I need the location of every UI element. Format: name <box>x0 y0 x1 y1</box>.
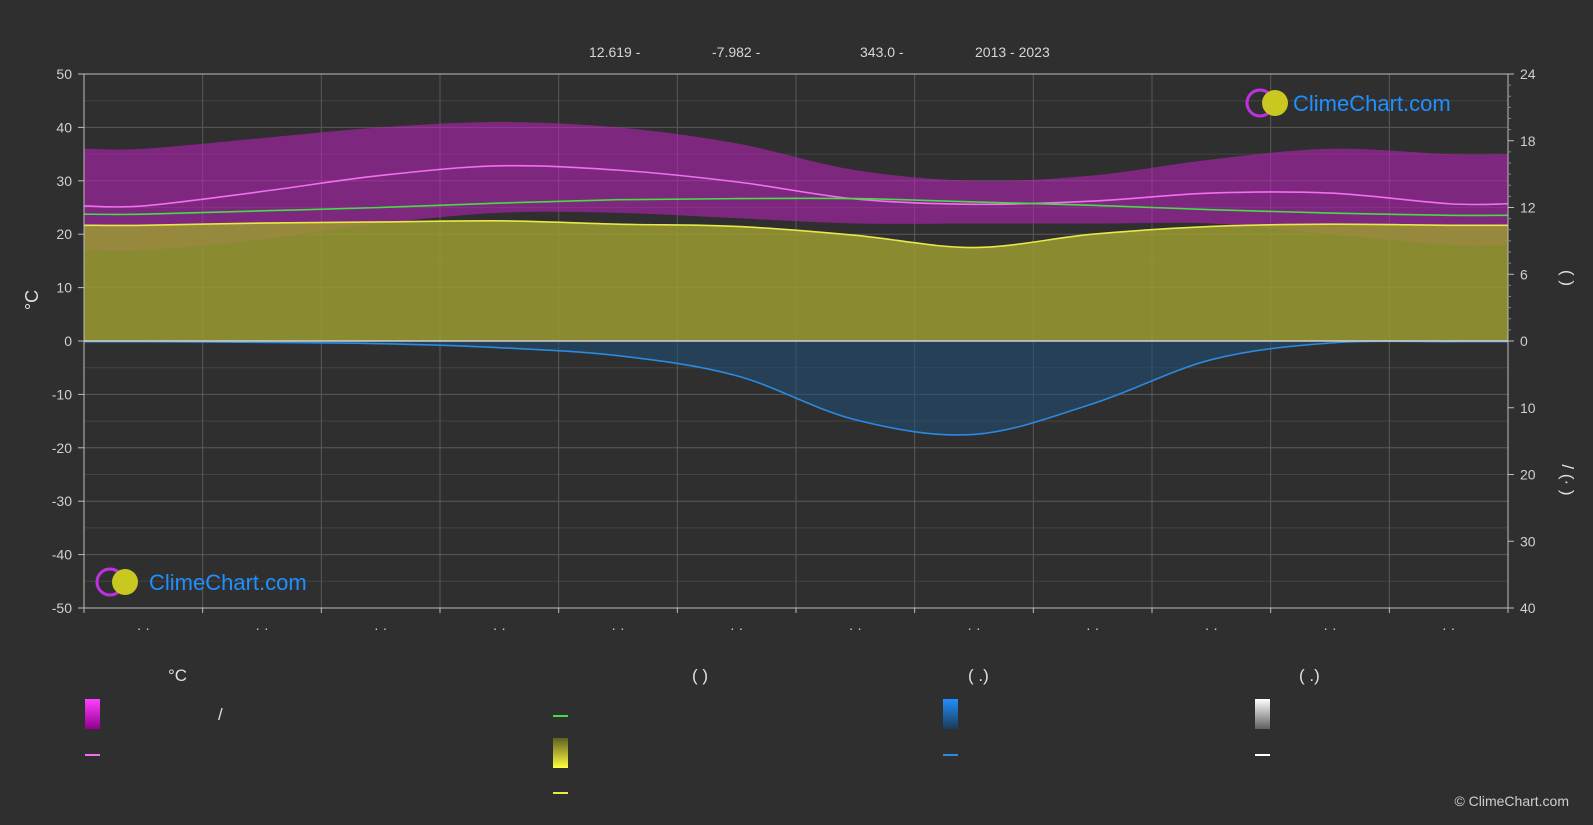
temp-mean-line-swatch <box>85 754 100 756</box>
x-tick-label: · · <box>849 620 862 636</box>
x-tick-label: · · <box>493 620 506 636</box>
legend-col4-title: ( .) <box>1299 666 1320 685</box>
longitude-label: -7.982 - <box>712 44 761 60</box>
sunshine-swatch <box>553 738 568 768</box>
left-tick-label: -40 <box>52 547 72 563</box>
right-axis-top-label: ( ) <box>1558 270 1577 286</box>
x-axis-ticks: · · · · · · · · · · · · · · · · · · · · · · · · <box>83 608 1509 636</box>
sunshine-fill <box>84 220 1508 341</box>
brand-name-top: ClimeChart.com <box>1293 91 1451 116</box>
legend-col1-title: °C <box>168 666 188 685</box>
legend-col2-title: ( ) <box>692 666 709 685</box>
sunshine-line-swatch <box>553 792 568 794</box>
precip-swatch <box>943 699 958 729</box>
right-top-tick-label: 24 <box>1520 66 1536 82</box>
x-tick-label: · · <box>730 620 743 636</box>
right-top-tick-label: 12 <box>1520 200 1536 216</box>
left-tick-label: 0 <box>64 333 72 349</box>
brand-name-bottom: ClimeChart.com <box>149 570 307 595</box>
elevation-label: 343.0 - <box>860 44 904 60</box>
x-tick-label: · · <box>374 620 387 636</box>
x-tick-label: · · <box>255 620 268 636</box>
brand-logo-bottom: ClimeChart.com <box>95 567 307 597</box>
copyright: © ClimeChart.com <box>1454 793 1569 809</box>
snow-swatch <box>1255 699 1270 729</box>
brand-logo-top: ClimeChart.com <box>1245 88 1451 118</box>
x-tick-label: · · <box>1086 620 1099 636</box>
left-tick-label: 20 <box>56 226 72 242</box>
logo-sun-icon <box>1262 90 1288 116</box>
right-top-tick-label: 0 <box>1520 333 1528 349</box>
right-top-tick-label: 6 <box>1520 266 1528 282</box>
left-tick-label: -20 <box>52 440 72 456</box>
left-tick-label: -50 <box>52 600 72 616</box>
x-tick-label: · · <box>1205 620 1218 636</box>
precip-line-swatch <box>943 754 958 756</box>
left-tick-label: -30 <box>52 493 72 509</box>
x-tick-label: · · <box>611 620 624 636</box>
x-tick-label: · · <box>137 620 150 636</box>
right-bottom-tick-label: 20 <box>1520 467 1536 483</box>
left-tick-label: 50 <box>56 66 72 82</box>
daylight-line-swatch <box>553 715 568 717</box>
left-axis-label: °C <box>22 290 42 310</box>
right-top-tick-label: 18 <box>1520 133 1536 149</box>
right-bottom-tick-label: 30 <box>1520 533 1536 549</box>
x-tick-label: · · <box>1442 620 1455 636</box>
right-axis-ticks: 24 18 12 6 0 10 20 30 40 <box>1508 66 1536 616</box>
right-bottom-tick-label: 10 <box>1520 400 1536 416</box>
left-axis-ticks: 50 40 30 20 10 0 -10 -20 -30 -40 -50 <box>52 66 84 616</box>
sunshine-area <box>84 220 1508 341</box>
left-tick-label: 30 <box>56 173 72 189</box>
x-tick-label: · · <box>967 620 980 636</box>
legend-col3-title: ( .) <box>968 666 989 685</box>
x-tick-label: · · <box>1323 620 1336 636</box>
years-label: 2013 - 2023 <box>975 44 1050 60</box>
climate-chart: 50 40 30 20 10 0 -10 -20 -30 -40 -50 24 18 12 6 0 10 20 3… <box>22 66 1577 636</box>
logo-sun-icon <box>112 569 138 595</box>
right-bottom-tick-label: 40 <box>1520 600 1536 616</box>
snow-line-swatch <box>1255 754 1270 756</box>
latitude-label: 12.619 - <box>589 44 641 60</box>
temp-range-swatch <box>85 699 100 729</box>
left-tick-label: 10 <box>56 280 72 296</box>
left-tick-label: -10 <box>52 386 72 402</box>
right-axis-bottom-label: / (· ) <box>1558 464 1577 495</box>
legend-col1-label1: / <box>218 705 223 724</box>
left-tick-label: 40 <box>56 119 72 135</box>
